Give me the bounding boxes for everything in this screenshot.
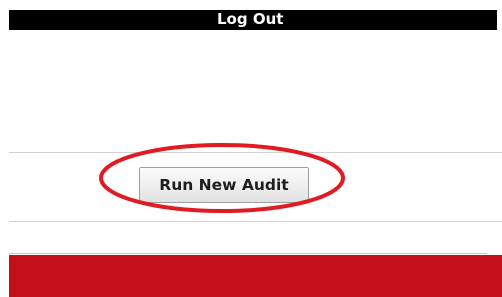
footer-divider bbox=[9, 253, 487, 254]
header-bar: Log Out bbox=[9, 10, 497, 30]
logout-link[interactable]: Log Out bbox=[217, 10, 283, 30]
footer-bar bbox=[9, 255, 502, 297]
run-new-audit-button[interactable]: Run New Audit bbox=[139, 167, 309, 203]
divider-bottom bbox=[9, 221, 502, 222]
page: Log Out Run New Audit bbox=[0, 0, 502, 297]
divider-top bbox=[9, 152, 502, 153]
